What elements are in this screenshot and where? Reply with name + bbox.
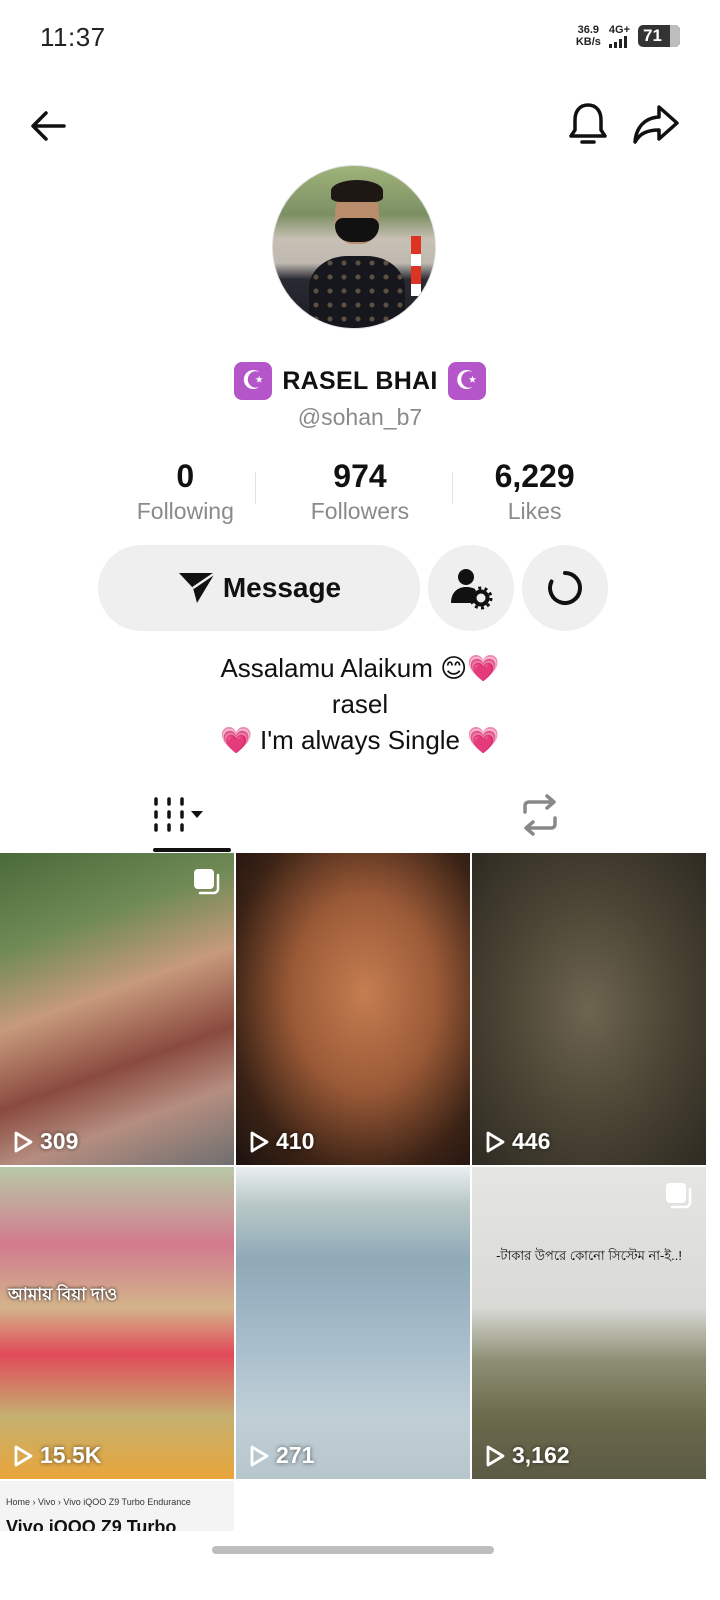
back-arrow-icon [31, 111, 66, 141]
thumbnail-heading: Vivo iQOO Z9 Turbo [6, 1517, 177, 1531]
video-grid: 309 410 446 আমায় বিয়া দাও 15.5K 271 -ট… [0, 853, 720, 1531]
profile-actions: Message [98, 545, 618, 631]
pinned-multi-icon [194, 869, 220, 895]
send-icon [178, 571, 216, 603]
play-icon [250, 1445, 269, 1466]
view-count: 446 [512, 1128, 551, 1154]
signal-icon: 4G+ [608, 24, 630, 48]
profile-stats: 0 Following 974 Followers 6,229 Likes [98, 458, 622, 525]
bio-line: rasel [331, 689, 389, 719]
video-thumbnail[interactable]: 309 [0, 853, 234, 1165]
battery-icon: 71 [638, 25, 680, 47]
star-crescent-icon: ☪ [234, 362, 273, 400]
view-count: 309 [40, 1128, 79, 1154]
video-thumbnail[interactable]: 271 [236, 1167, 470, 1479]
bio-line: 💗 I'm always Single 💗 [220, 725, 500, 755]
display-name: RASEL BHAI [282, 366, 438, 395]
bell-icon [569, 103, 607, 144]
stat-likes[interactable]: 6,229 Likes [447, 458, 622, 525]
pinned-multi-icon [666, 1183, 692, 1209]
play-icon [14, 1131, 33, 1152]
notification-button[interactable] [560, 96, 616, 152]
share-arrow-icon [633, 105, 679, 144]
repost-icon [523, 794, 557, 836]
back-button[interactable] [20, 98, 76, 154]
video-thumbnail[interactable]: আমায় বিয়া দাও 15.5K [0, 1167, 234, 1479]
status-indicators: 36.9 KB/s 4G+ 71 [576, 24, 680, 48]
user-settings-icon [451, 569, 493, 610]
video-thumbnail[interactable]: -টাকার উপরে কোনো সিস্টেম না-ই..! 3,162 [472, 1167, 706, 1479]
active-tab-indicator [153, 848, 231, 852]
avatar[interactable] [272, 165, 436, 329]
bio-line: Assalamu Alaikum 😊💗 [220, 653, 500, 683]
play-icon [486, 1131, 505, 1152]
status-bar: 11:37 36.9 KB/s 4G+ 71 [0, 0, 720, 76]
thumbnail-caption: -টাকার উপরে কোনো সিস্টেম না-ই..! [496, 1248, 682, 1263]
video-thumbnail[interactable]: Home › Vivo › Vivo iQOO Z9 Turbo Enduran… [0, 1481, 234, 1531]
view-count: 410 [276, 1128, 315, 1154]
caret-down-icon [191, 811, 203, 818]
tab-reposts[interactable] [360, 780, 720, 850]
stat-following[interactable]: 0 Following [98, 458, 273, 525]
content-tabs [0, 780, 720, 854]
play-icon [486, 1445, 505, 1466]
view-count: 271 [276, 1442, 315, 1468]
loading-button[interactable] [522, 545, 608, 631]
thumbnail-overlay-text: আমায় বিয়া দাও [8, 1285, 118, 1304]
top-nav [0, 96, 720, 156]
divider [255, 472, 256, 504]
stat-followers[interactable]: 974 Followers [273, 458, 448, 525]
thumbnail-breadcrumb: Home › Vivo › Vivo iQOO Z9 Turbo Enduran… [6, 1497, 191, 1507]
star-crescent-icon: ☪ [447, 362, 486, 400]
home-indicator[interactable] [212, 1546, 494, 1554]
username: @sohan_b7 [297, 404, 423, 430]
view-count: 3,162 [512, 1442, 570, 1468]
tab-videos[interactable] [0, 780, 360, 850]
message-button[interactable]: Message [98, 545, 420, 631]
grid-columns-icon [154, 797, 203, 832]
friend-settings-button[interactable] [428, 545, 514, 631]
network-speed: 36.9 KB/s [575, 24, 601, 48]
profile-name-row: ☪ RASEL BHAI ☪ [0, 362, 720, 400]
play-icon [14, 1445, 33, 1466]
loading-spinner-icon [548, 571, 582, 605]
share-button[interactable] [628, 96, 684, 152]
divider [452, 472, 453, 504]
status-time: 11:37 [40, 22, 106, 52]
video-thumbnail[interactable]: 410 [236, 853, 470, 1165]
video-thumbnail[interactable]: 446 [472, 853, 706, 1165]
play-icon [250, 1131, 269, 1152]
view-count: 15.5K [40, 1442, 102, 1468]
profile-bio: Assalamu Alaikum 😊💗 rasel 💗 I'm always S… [0, 650, 720, 758]
